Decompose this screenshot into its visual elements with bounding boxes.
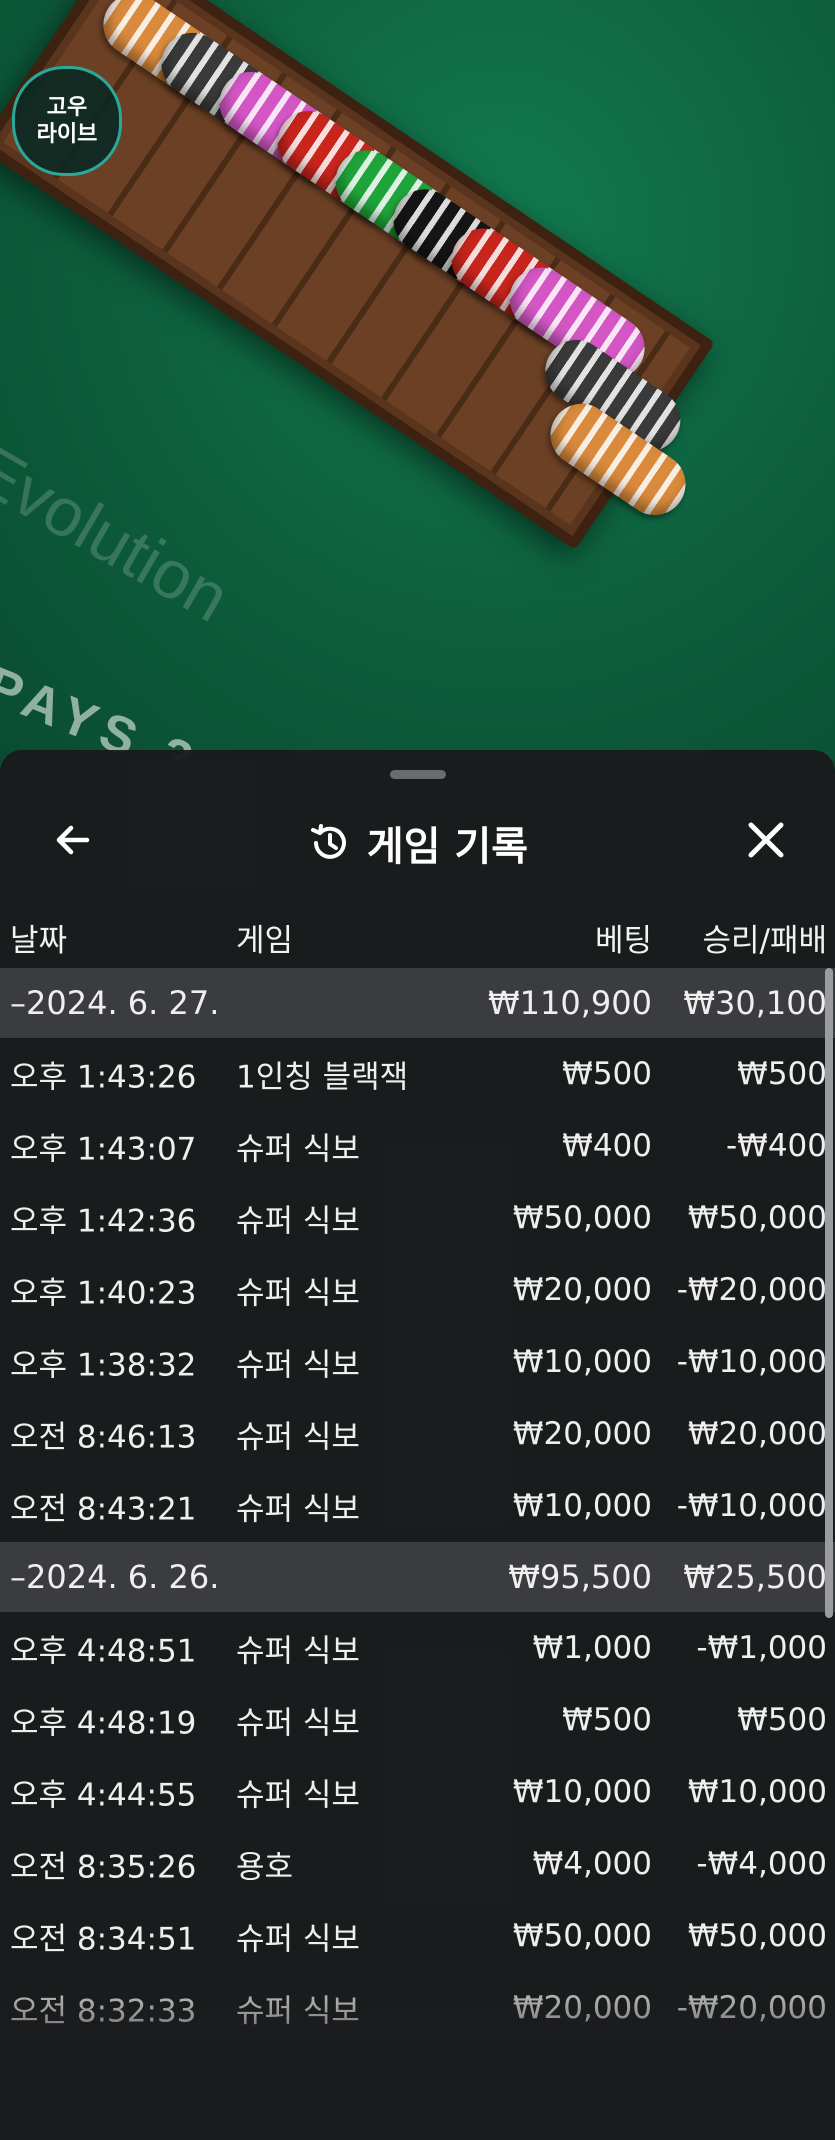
row-time: 오전 8:35:26 — [10, 1849, 197, 1886]
table-row[interactable]: 오전 8:46:13 슈퍼 식보 ₩20,000 ₩20,000 — [0, 1398, 835, 1470]
row-game: 슈퍼 식보 — [236, 1491, 360, 1528]
table-row[interactable]: 오후 4:44:55 슈퍼 식보 ₩10,000 ₩10,000 — [0, 1756, 835, 1828]
brand-logo: 고우 라이브 — [12, 66, 122, 176]
row-winloss: -₩10,000 — [676, 1344, 827, 1380]
table-row[interactable]: 오전 8:32:33 슈퍼 식보 ₩20,000 -₩20,000 — [0, 1972, 835, 2044]
panel-title-group: 게임 기록 — [0, 814, 835, 872]
row-time: 오후 1:43:07 — [10, 1131, 197, 1168]
table-row[interactable]: 오전 8:34:51 슈퍼 식보 ₩50,000 ₩50,000 — [0, 1900, 835, 1972]
row-time: 오전 8:32:33 — [10, 1993, 197, 2030]
row-bet: ₩20,000 — [512, 1272, 652, 1308]
table-row[interactable]: 오후 1:40:23 슈퍼 식보 ₩20,000 -₩20,000 — [0, 1254, 835, 1326]
row-bet: ₩1,000 — [532, 1630, 652, 1666]
row-winloss: ₩20,000 — [687, 1416, 827, 1452]
row-game: 슈퍼 식보 — [236, 1131, 360, 1168]
row-winloss: ₩50,000 — [687, 1200, 827, 1236]
game-table-background: Evolution PAYS 3 TO 2 고우 라이브 — [0, 0, 835, 760]
row-bet: ₩10,000 — [512, 1488, 652, 1524]
column-date: 날짜 — [10, 923, 68, 959]
row-bet: ₩20,000 — [512, 1416, 652, 1452]
brand-logo-line1: 고우 — [46, 95, 88, 120]
close-button[interactable] — [738, 812, 794, 868]
table-row[interactable]: 오후 4:48:51 슈퍼 식보 ₩1,000 -₩1,000 — [0, 1612, 835, 1684]
row-time: 오전 8:46:13 — [10, 1419, 197, 1456]
table-pays-text: PAYS 3 TO 2 — [0, 655, 365, 760]
brand-logo-line2: 라이브 — [36, 122, 98, 147]
game-history-panel: 게임 기록 날짜 게임 베팅 승리/패배 –2024. 6. 27. ₩110,… — [0, 750, 835, 2140]
row-winloss: ₩500 — [737, 1702, 827, 1738]
row-game: 슈퍼 식보 — [236, 1993, 360, 2030]
row-game: 슈퍼 식보 — [236, 1275, 360, 1312]
row-bet: ₩500 — [562, 1056, 652, 1092]
row-bet: ₩10,000 — [512, 1774, 652, 1810]
table-row[interactable]: 오후 4:48:19 슈퍼 식보 ₩500 ₩500 — [0, 1684, 835, 1756]
group-win-total: ₩30,100 — [683, 984, 827, 1022]
scrollbar[interactable] — [825, 968, 833, 1618]
row-bet: ₩10,000 — [512, 1344, 652, 1380]
row-winloss: -₩20,000 — [676, 1272, 827, 1308]
row-game: 용호 — [236, 1849, 294, 1886]
row-game: 슈퍼 식보 — [236, 1705, 360, 1742]
table-row[interactable]: 오후 1:43:07 슈퍼 식보 ₩400 -₩400 — [0, 1110, 835, 1182]
table-row[interactable]: 오후 1:42:36 슈퍼 식보 ₩50,000 ₩50,000 — [0, 1182, 835, 1254]
row-bet: ₩20,000 — [512, 1990, 652, 2026]
group-date: –2024. 6. 27. — [10, 984, 220, 1022]
row-time: 오후 4:48:19 — [10, 1705, 197, 1742]
group-bet-total: ₩110,900 — [488, 984, 652, 1022]
row-game: 슈퍼 식보 — [236, 1347, 360, 1384]
panel-header: 게임 기록 — [0, 800, 835, 880]
row-game: 1인칭 블랙잭 — [236, 1059, 409, 1096]
row-bet: ₩500 — [562, 1702, 652, 1738]
group-win-total: ₩25,500 — [683, 1558, 827, 1596]
row-winloss: -₩10,000 — [676, 1488, 827, 1524]
row-bet: ₩400 — [562, 1128, 652, 1164]
row-winloss: ₩50,000 — [687, 1918, 827, 1954]
page-title: 게임 기록 — [366, 824, 529, 870]
column-game: 게임 — [236, 923, 294, 959]
history-icon — [310, 824, 346, 859]
table-row[interactable]: 오전 8:35:26 용호 ₩4,000 -₩4,000 — [0, 1828, 835, 1900]
evolution-watermark: Evolution — [0, 430, 242, 637]
row-time: 오후 1:40:23 — [10, 1275, 197, 1312]
row-time: 오전 8:34:51 — [10, 1921, 197, 1958]
row-bet: ₩50,000 — [512, 1200, 652, 1236]
date-group-header[interactable]: –2024. 6. 26. ₩95,500 ₩25,500 — [0, 1542, 835, 1612]
row-bet: ₩50,000 — [512, 1918, 652, 1954]
row-time: 오후 4:44:55 — [10, 1777, 197, 1814]
row-time: 오후 1:43:26 — [10, 1059, 197, 1096]
row-winloss: -₩20,000 — [676, 1990, 827, 2026]
row-game: 슈퍼 식보 — [236, 1921, 360, 1958]
group-bet-total: ₩95,500 — [508, 1558, 652, 1596]
row-winloss: -₩400 — [725, 1128, 827, 1164]
drag-handle[interactable] — [390, 770, 446, 779]
row-game: 슈퍼 식보 — [236, 1419, 360, 1456]
row-winloss: ₩500 — [737, 1056, 827, 1092]
table-row[interactable]: 오전 8:43:21 슈퍼 식보 ₩10,000 -₩10,000 — [0, 1470, 835, 1542]
row-bet: ₩4,000 — [532, 1846, 652, 1882]
history-list: –2024. 6. 27. ₩110,900 ₩30,100 오후 1:43:2… — [0, 968, 835, 2044]
column-bet: 베팅 — [594, 923, 652, 959]
row-time: 오후 1:42:36 — [10, 1203, 197, 1240]
date-group-header[interactable]: –2024. 6. 27. ₩110,900 ₩30,100 — [0, 968, 835, 1038]
table-header: 날짜 게임 베팅 승리/패배 — [0, 915, 835, 959]
row-winloss: ₩10,000 — [687, 1774, 827, 1810]
row-time: 오후 1:38:32 — [10, 1347, 197, 1384]
table-row[interactable]: 오후 1:43:26 1인칭 블랙잭 ₩500 ₩500 — [0, 1038, 835, 1110]
row-game: 슈퍼 식보 — [236, 1203, 360, 1240]
table-row[interactable]: 오후 1:38:32 슈퍼 식보 ₩10,000 -₩10,000 — [0, 1326, 835, 1398]
close-icon — [748, 822, 784, 858]
column-winloss: 승리/패배 — [702, 923, 827, 959]
row-winloss: -₩4,000 — [696, 1846, 827, 1882]
row-winloss: -₩1,000 — [696, 1630, 827, 1666]
row-time: 오후 4:48:51 — [10, 1633, 197, 1670]
row-game: 슈퍼 식보 — [236, 1777, 360, 1814]
row-time: 오전 8:43:21 — [10, 1491, 197, 1528]
row-game: 슈퍼 식보 — [236, 1633, 360, 1670]
group-date: –2024. 6. 26. — [10, 1558, 220, 1596]
